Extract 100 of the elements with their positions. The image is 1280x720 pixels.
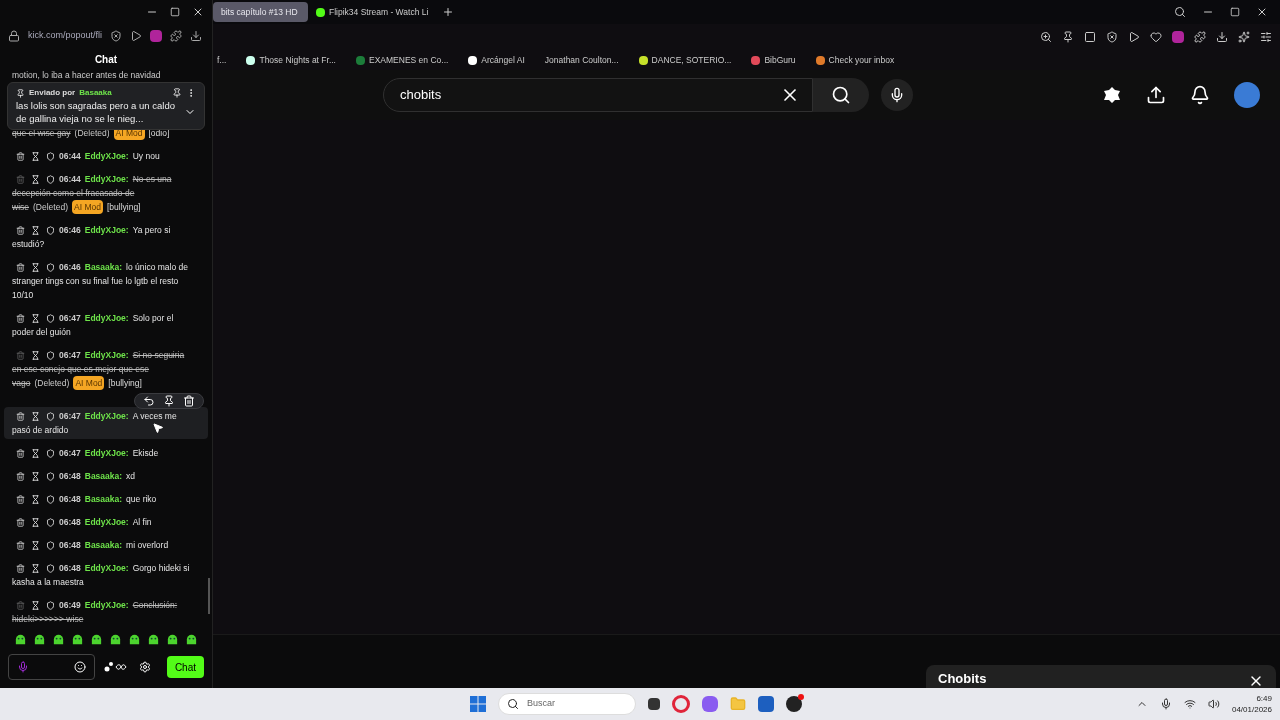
ban-icon[interactable] xyxy=(46,151,55,161)
bookmark[interactable]: Arcángel AI xyxy=(481,53,525,67)
username[interactable]: Basaaka: xyxy=(84,492,123,506)
heart-icon[interactable] xyxy=(1150,31,1162,43)
extension-icon[interactable] xyxy=(1172,31,1184,43)
send-icon[interactable] xyxy=(1128,31,1140,43)
ban-icon[interactable] xyxy=(46,494,55,504)
ban-icon[interactable] xyxy=(46,517,55,527)
ban-icon[interactable] xyxy=(46,225,55,235)
ai-icon[interactable] xyxy=(1238,31,1250,43)
wifi-icon[interactable] xyxy=(1183,698,1196,710)
username[interactable]: EddyXJoe: xyxy=(84,311,129,325)
timeout-icon[interactable] xyxy=(31,174,40,184)
mic-icon[interactable] xyxy=(1159,698,1172,710)
avatar[interactable] xyxy=(1234,82,1260,108)
settings-icon[interactable] xyxy=(139,661,151,673)
task-view-icon[interactable] xyxy=(648,698,660,710)
timeout-icon[interactable] xyxy=(31,471,40,481)
delete-icon[interactable] xyxy=(16,517,25,527)
zoom-icon[interactable] xyxy=(1040,31,1052,43)
maximize-icon[interactable] xyxy=(170,7,180,17)
timeout-icon[interactable] xyxy=(31,563,40,573)
badge-icon[interactable] xyxy=(1102,85,1122,105)
ban-icon[interactable] xyxy=(46,262,55,272)
scrollbar[interactable] xyxy=(208,578,210,614)
username[interactable]: Basaaka: xyxy=(84,260,123,274)
username[interactable]: EddyXJoe: xyxy=(84,172,129,186)
new-tab-icon[interactable] xyxy=(442,6,454,18)
close-icon[interactable] xyxy=(1256,6,1268,18)
maximize-icon[interactable] xyxy=(1230,7,1240,17)
clock-date[interactable]: 04/01/2026 xyxy=(1231,704,1272,715)
username[interactable]: EddyXJoe: xyxy=(84,348,129,362)
timeout-icon[interactable] xyxy=(31,600,40,610)
bookmark[interactable]: Check your inbox xyxy=(828,53,895,67)
ban-icon[interactable] xyxy=(46,411,55,421)
connection-icon[interactable] xyxy=(103,661,127,673)
delete-icon[interactable] xyxy=(16,540,25,550)
search-icon[interactable] xyxy=(1174,6,1186,18)
emote-icon[interactable] xyxy=(33,633,46,646)
download-icon[interactable] xyxy=(190,30,203,42)
timeout-icon[interactable] xyxy=(31,151,40,161)
username[interactable]: Basaaka: xyxy=(84,538,123,552)
shield-icon[interactable] xyxy=(1106,31,1118,43)
ban-icon[interactable] xyxy=(46,350,55,360)
emote-icon[interactable] xyxy=(109,633,122,646)
browser-tab[interactable]: bits capítulo #13 HD xyxy=(213,2,308,22)
search-field[interactable]: chobits xyxy=(383,78,813,112)
username[interactable]: EddyXJoe: xyxy=(84,515,129,529)
bookmark[interactable]: EXAMENES en Co... xyxy=(369,53,449,67)
bookmark[interactable]: DANCE, SOTERIO... xyxy=(651,53,732,67)
username[interactable]: EddyXJoe: xyxy=(84,223,129,237)
upload-icon[interactable] xyxy=(1146,85,1166,105)
emote-icon[interactable] xyxy=(166,633,179,646)
chat-input[interactable] xyxy=(8,654,95,680)
pin-icon[interactable] xyxy=(1062,31,1074,43)
username[interactable]: EddyXJoe: xyxy=(84,409,129,423)
url-text[interactable]: kick.com/popout/fli xyxy=(28,29,103,43)
username[interactable]: Basaaka xyxy=(79,87,112,99)
ban-icon[interactable] xyxy=(46,563,55,573)
emote-icon[interactable] xyxy=(71,633,84,646)
ban-icon[interactable] xyxy=(46,540,55,550)
timeout-icon[interactable] xyxy=(31,494,40,504)
emote-icon[interactable] xyxy=(14,633,27,646)
delete-icon[interactable] xyxy=(16,262,25,272)
username[interactable]: EddyXJoe: xyxy=(84,149,129,163)
unpin-icon[interactable] xyxy=(172,88,182,98)
bookmark[interactable]: f... xyxy=(217,53,227,67)
ban-icon[interactable] xyxy=(46,600,55,610)
delete-icon[interactable] xyxy=(16,448,25,458)
voice-search-button[interactable] xyxy=(881,79,913,111)
timeout-icon[interactable] xyxy=(31,313,40,323)
bookmark[interactable]: Those Nights at Fr... xyxy=(259,53,336,67)
timeout-icon[interactable] xyxy=(31,262,40,272)
search-button[interactable] xyxy=(813,78,869,112)
sliders-icon[interactable] xyxy=(1260,31,1272,43)
emote-icon[interactable] xyxy=(90,633,103,646)
username[interactable]: EddyXJoe: xyxy=(84,561,129,575)
ban-icon[interactable] xyxy=(46,448,55,458)
delete-icon[interactable] xyxy=(16,151,25,161)
username[interactable]: EddyXJoe: xyxy=(84,446,129,460)
delete-icon[interactable] xyxy=(16,563,25,573)
pinned-message[interactable]: Enviado por Basaaka las lolis son sagradas pero a un caldo de gallina vieja no se le nieg... xyxy=(7,82,205,130)
trash-icon[interactable] xyxy=(183,395,195,407)
emote-icon[interactable] xyxy=(52,633,65,646)
send-icon[interactable] xyxy=(130,30,143,42)
shield-icon[interactable] xyxy=(110,30,123,42)
timeout-icon[interactable] xyxy=(31,448,40,458)
mini-player[interactable]: Chobits xyxy=(926,665,1276,688)
timeout-icon[interactable] xyxy=(31,540,40,550)
timeout-icon[interactable] xyxy=(31,225,40,235)
volume-icon[interactable] xyxy=(1207,698,1220,710)
download-icon[interactable] xyxy=(1216,31,1228,43)
emote-icon[interactable] xyxy=(128,633,141,646)
bookmark[interactable]: Jonathan Coulton... xyxy=(544,53,619,67)
timeout-icon[interactable] xyxy=(31,350,40,360)
bookmark[interactable]: BibGuru xyxy=(764,53,796,67)
username[interactable]: Basaaka: xyxy=(84,469,123,483)
close-icon[interactable] xyxy=(192,6,204,18)
timeout-icon[interactable] xyxy=(31,517,40,527)
delete-icon[interactable] xyxy=(16,225,25,235)
